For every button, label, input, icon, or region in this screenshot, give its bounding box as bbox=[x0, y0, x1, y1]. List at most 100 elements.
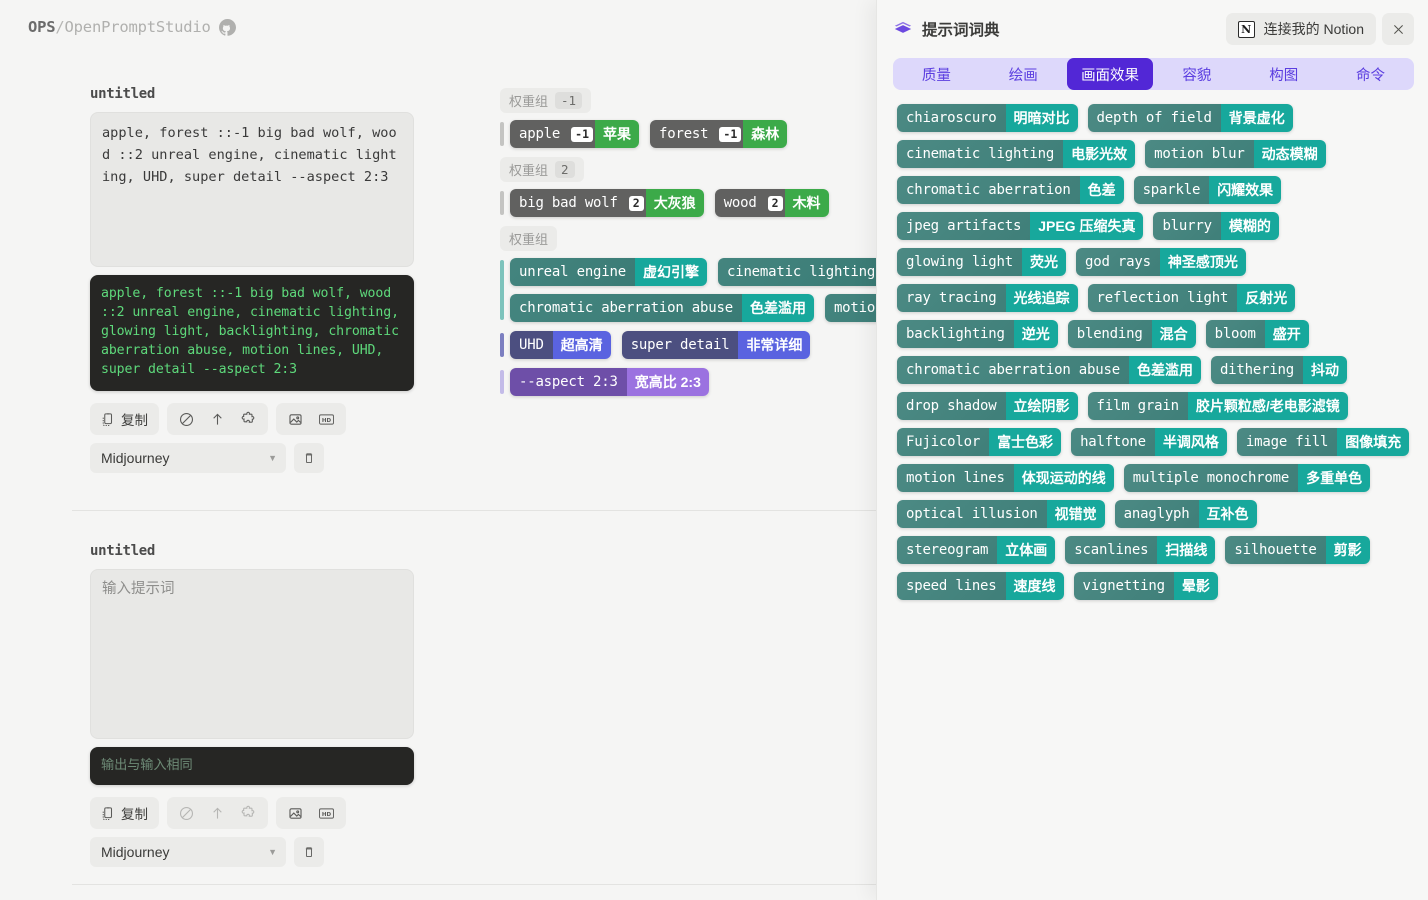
dictionary-chip-en: chromatic aberration bbox=[897, 176, 1080, 204]
dictionary-chip-en: god rays bbox=[1076, 248, 1160, 276]
prompt-token-chip[interactable]: forest-1森林 bbox=[650, 120, 787, 148]
dictionary-chip[interactable]: film grain胶片颗粒感/老电影滤镜 bbox=[1088, 392, 1348, 420]
prompt-token-chip[interactable]: super detail非常详细 bbox=[622, 331, 811, 359]
tab-4[interactable]: 容貌 bbox=[1153, 58, 1240, 90]
prompt-input[interactable]: 输入提示词 bbox=[90, 569, 414, 739]
tab-1[interactable]: 质量 bbox=[893, 58, 980, 90]
token-cn: 色差滥用 bbox=[742, 294, 814, 322]
dictionary-chip-en: drop shadow bbox=[897, 392, 1006, 420]
dictionary-chip[interactable]: anaglyph互补色 bbox=[1115, 500, 1257, 528]
tab-5[interactable]: 构图 bbox=[1240, 58, 1327, 90]
image-icon[interactable] bbox=[280, 800, 311, 826]
copy-button[interactable]: 复制 bbox=[94, 406, 155, 432]
dictionary-chip[interactable]: bloom盛开 bbox=[1206, 320, 1309, 348]
dictionary-chip[interactable]: blending混合 bbox=[1068, 320, 1196, 348]
token-weight[interactable]: 2 bbox=[627, 189, 646, 217]
dictionary-chip[interactable]: multiple monochrome多重单色 bbox=[1124, 464, 1370, 492]
dictionary-chip[interactable]: sparkle闪耀效果 bbox=[1134, 176, 1282, 204]
dictionary-chip[interactable]: Fujicolor富士色彩 bbox=[897, 428, 1061, 456]
notion-icon: N bbox=[1238, 21, 1255, 38]
dictionary-chip[interactable]: cinematic lighting电影光效 bbox=[897, 140, 1135, 168]
delete-card-button[interactable] bbox=[294, 443, 324, 473]
dictionary-chip[interactable]: silhouette剪影 bbox=[1225, 536, 1369, 564]
prompt-token-chip[interactable]: chromatic aberration abuse色差滥用 bbox=[510, 294, 814, 322]
prompt-output[interactable]: 输出与输入相同 bbox=[90, 747, 414, 785]
weight-group: --aspect 2:3宽高比 2:3 bbox=[500, 368, 920, 396]
ban-icon[interactable] bbox=[171, 406, 202, 432]
dictionary-chip[interactable]: reflection light反射光 bbox=[1088, 284, 1296, 312]
dictionary-chip-cn: 动态模糊 bbox=[1254, 140, 1326, 168]
dictionary-chip[interactable]: drop shadow立绘阴影 bbox=[897, 392, 1078, 420]
dictionary-chip[interactable]: chromatic aberration abuse色差滥用 bbox=[897, 356, 1201, 384]
dictionary-chip-en: halftone bbox=[1071, 428, 1155, 456]
dictionary-chip[interactable]: ray tracing光线追踪 bbox=[897, 284, 1078, 312]
prompt-token-chip[interactable]: unreal engine虚幻引擎 bbox=[510, 258, 707, 286]
model-select[interactable]: Midjourney ▼ bbox=[90, 837, 286, 867]
copy-group: 复制 bbox=[90, 797, 159, 829]
dictionary-chip[interactable]: depth of field背景虚化 bbox=[1088, 104, 1293, 132]
weight-group-label[interactable]: 权重组-1 bbox=[500, 88, 591, 113]
image-icon[interactable] bbox=[280, 406, 311, 432]
dictionary-chip[interactable]: scanlines扫描线 bbox=[1065, 536, 1215, 564]
dictionary-chip[interactable]: god rays神圣感顶光 bbox=[1076, 248, 1246, 276]
model-select[interactable]: Midjourney ▼ bbox=[90, 443, 286, 473]
prompt-input[interactable]: apple, forest ::-1 big bad wolf, wood ::… bbox=[90, 112, 414, 267]
dictionary-chip[interactable]: dithering抖动 bbox=[1211, 356, 1347, 384]
hd-icon[interactable]: HD bbox=[311, 800, 342, 826]
tab-3[interactable]: 画面效果 bbox=[1067, 58, 1154, 90]
dictionary-chip[interactable]: image fill图像填充 bbox=[1237, 428, 1409, 456]
weight-group-label[interactable]: 权重组2 bbox=[500, 157, 584, 182]
card-title[interactable]: untitled bbox=[90, 86, 414, 102]
dictionary-chip-cn: 胶片颗粒感/老电影滤镜 bbox=[1188, 392, 1348, 420]
dictionary-chip[interactable]: jpeg artifactsJPEG 压缩失真 bbox=[897, 212, 1143, 240]
dictionary-chip[interactable]: motion lines体现运动的线 bbox=[897, 464, 1114, 492]
dictionary-chip-cn: 富士色彩 bbox=[989, 428, 1061, 456]
arrow-up-icon[interactable] bbox=[202, 406, 233, 432]
token-weight-value: 2 bbox=[629, 196, 644, 211]
dictionary-chip[interactable]: chromatic aberration色差 bbox=[897, 176, 1124, 204]
token-en: UHD bbox=[510, 331, 553, 359]
copy-label: 复制 bbox=[121, 803, 148, 823]
prompt-token-chip[interactable]: --aspect 2:3宽高比 2:3 bbox=[510, 368, 709, 396]
dictionary-chip[interactable]: vignetting晕影 bbox=[1074, 572, 1218, 600]
dictionary-chip[interactable]: halftone半调风格 bbox=[1071, 428, 1227, 456]
arrow-up-icon[interactable] bbox=[202, 800, 233, 826]
tab-6[interactable]: 命令 bbox=[1327, 58, 1414, 90]
card-title[interactable]: untitled bbox=[90, 543, 414, 559]
token-en: big bad wolf bbox=[510, 189, 627, 217]
token-en: apple bbox=[510, 120, 569, 148]
connect-notion-button[interactable]: N 连接我的 Notion bbox=[1226, 13, 1376, 45]
delete-card-button[interactable] bbox=[294, 837, 324, 867]
dictionary-chip[interactable]: speed lines速度线 bbox=[897, 572, 1064, 600]
dictionary-chip[interactable]: motion blur动态模糊 bbox=[1145, 140, 1326, 168]
weight-group: UHD超高清 super detail非常详细 bbox=[500, 331, 920, 359]
prompt-token-chip[interactable]: apple-1苹果 bbox=[510, 120, 639, 148]
dictionary-chip[interactable]: backlighting逆光 bbox=[897, 320, 1058, 348]
model-row: Midjourney ▼ bbox=[90, 837, 414, 867]
weight-group-row: --aspect 2:3宽高比 2:3 bbox=[510, 368, 709, 396]
puzzle-icon[interactable] bbox=[233, 406, 264, 432]
dictionary-chip[interactable]: glowing light荧光 bbox=[897, 248, 1066, 276]
prompt-token-chip[interactable]: big bad wolf2大灰狼 bbox=[510, 189, 704, 217]
dictionary-chip[interactable]: blurry模糊的 bbox=[1153, 212, 1278, 240]
ban-icon[interactable] bbox=[171, 800, 202, 826]
prompt-output[interactable]: apple, forest ::-1 big bad wolf, wood ::… bbox=[90, 275, 414, 391]
weight-group-label[interactable]: 权重组 bbox=[500, 226, 557, 251]
dictionary-chip-cn: 立体画 bbox=[997, 536, 1055, 564]
prompt-token-chip[interactable]: UHD超高清 bbox=[510, 331, 611, 359]
close-panel-button[interactable] bbox=[1382, 13, 1414, 45]
dictionary-chip[interactable]: stereogram立体画 bbox=[897, 536, 1055, 564]
dictionary-chip-en: backlighting bbox=[897, 320, 1014, 348]
token-weight[interactable]: 2 bbox=[766, 189, 785, 217]
hd-icon[interactable]: HD bbox=[311, 406, 342, 432]
copy-button[interactable]: 复制 bbox=[94, 800, 155, 826]
tab-2[interactable]: 绘画 bbox=[980, 58, 1067, 90]
dictionary-chip-en: jpeg artifacts bbox=[897, 212, 1030, 240]
token-weight[interactable]: -1 bbox=[569, 120, 595, 148]
dictionary-chip[interactable]: chiaroscuro明暗对比 bbox=[897, 104, 1078, 132]
puzzle-icon[interactable] bbox=[233, 800, 264, 826]
prompt-token-chip[interactable]: wood2木料 bbox=[715, 189, 829, 217]
token-weight[interactable]: -1 bbox=[717, 120, 743, 148]
token-cn: 虚幻引擎 bbox=[635, 258, 707, 286]
dictionary-chip[interactable]: optical illusion视错觉 bbox=[897, 500, 1105, 528]
